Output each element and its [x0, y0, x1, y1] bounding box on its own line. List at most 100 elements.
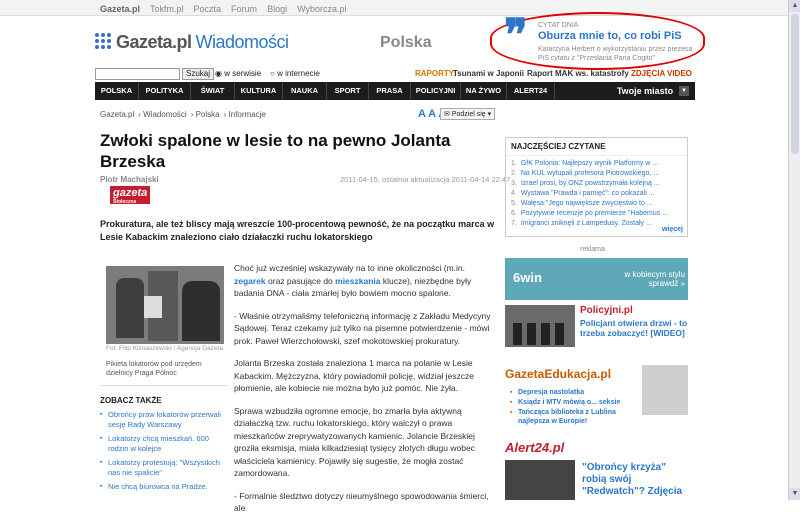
- alert24-logo[interactable]: Alert24.pl: [505, 440, 575, 460]
- gazeta-stoleczna-logo: gazeta Stołeczna: [110, 186, 150, 205]
- alert24-image[interactable]: [505, 460, 575, 500]
- top-service-bar: Gazeta.pl Tokfm.pl Poczta Forum Blogi Wyborcz…: [0, 0, 788, 16]
- search-input[interactable]: [95, 68, 180, 80]
- nav-kultura[interactable]: KULTURA: [235, 82, 283, 100]
- nav-prasa[interactable]: PRASA: [369, 82, 411, 100]
- link-mieszkania[interactable]: mieszkania: [335, 276, 380, 286]
- article-paragraph: Choć już wcześniej wskazywały na to inne…: [234, 262, 496, 300]
- photo-caption: Pikieta lokatorów pod urzędem dzielnicy …: [106, 361, 202, 377]
- radio-icon: ○: [270, 69, 275, 78]
- article-photo[interactable]: [106, 266, 224, 344]
- topbar-link-forum[interactable]: Forum: [231, 4, 257, 14]
- article-lead: Prokuratura, ale też bliscy mają wreszci…: [100, 219, 495, 242]
- policyjni-teaser[interactable]: Policjant otwiera drzwi - to trzeba zoba…: [580, 318, 688, 338]
- breadcrumb: Gazeta.pl › Wiadomości › Polska › Informacj…: [100, 110, 266, 119]
- scroll-up-icon[interactable]: ▲: [789, 0, 800, 12]
- list-item[interactable]: Lokatorzy chcą mieszkań. 600 rodzin w ko…: [100, 434, 228, 454]
- policyjni-image[interactable]: [505, 305, 575, 347]
- raport-link-tsunami[interactable]: Tsunami w Japonii: [453, 69, 524, 78]
- article-paragraph: - Właśnie otrzymaliśmy telefoniczną info…: [234, 310, 491, 346]
- vertical-scrollbar[interactable]: ▲ ▼: [788, 0, 800, 500]
- nav-polityka[interactable]: POLITYKA: [139, 82, 191, 100]
- list-item[interactable]: 7. Imigranci zniknęli z Lampedusy. Został…: [511, 219, 682, 229]
- list-item[interactable]: 4. Wystawa "Prawda i pamięć": co pokazali…: [511, 189, 682, 199]
- link-zegarek[interactable]: zegarek: [234, 276, 266, 286]
- article-body: Choć już wcześniej wskazywały na to inne…: [234, 262, 496, 525]
- most-read-box: NAJCZĘŚCIEJ CZYTANE 1. GfK Polonia: Najle…: [505, 137, 688, 237]
- chevron-down-icon[interactable]: ▼: [679, 86, 689, 96]
- logo-dots-icon: [95, 33, 113, 51]
- topbar-link-blogi[interactable]: Blogi: [267, 4, 287, 14]
- list-item[interactable]: 2. Na KUL wytupali profesora Piotrowskieg…: [511, 169, 682, 179]
- topbar-link-tokfm[interactable]: Tokfm.pl: [150, 4, 184, 14]
- source-logo-sub: Stołeczna: [113, 199, 137, 205]
- list-item[interactable]: 6. Pozytywne recenzje po premierze "Habem…: [511, 209, 682, 219]
- envelope-icon: ✉: [444, 111, 450, 118]
- topbar-link-wyborcza[interactable]: Wyborcza.pl: [297, 4, 346, 14]
- article-paragraph: Jolanta Brzeska została znaleziona 1 mar…: [234, 358, 474, 393]
- article-title: Zwłoki spalone w lesie to na pewno Jolan…: [100, 131, 451, 171]
- edukacja-image[interactable]: [642, 365, 688, 415]
- scroll-thumb[interactable]: [791, 14, 799, 154]
- scroll-down-icon[interactable]: ▼: [789, 488, 800, 500]
- logo-wiadomosci: Wiadomości: [195, 32, 290, 52]
- breadcrumb-item[interactable]: Informacje: [229, 110, 266, 119]
- nav-twoje-miasto[interactable]: Twoje miasto: [615, 82, 675, 100]
- nav-sport[interactable]: SPORT: [327, 82, 369, 100]
- video-link[interactable]: VIDEO: [667, 69, 692, 78]
- topbar-link-poczta[interactable]: Poczta: [194, 4, 222, 14]
- list-item[interactable]: Tańcząca biblioteka z Lublina najlepsza …: [510, 408, 640, 426]
- text-span: oraz pasujące do: [265, 275, 336, 286]
- edukacja-list: Depresja nastolatka Ksiądz i MTV mówią o…: [510, 388, 640, 427]
- most-read-heading: NAJCZĘŚCIEJ CZYTANE: [506, 138, 687, 156]
- breadcrumb-item[interactable]: Gazeta.pl: [100, 110, 134, 119]
- topbar-link-gazeta[interactable]: Gazeta.pl: [100, 4, 140, 14]
- quote-text[interactable]: Oburza mnie to, co robi PiS: [538, 30, 682, 42]
- zdjecia-link[interactable]: ZDJĘCIA: [631, 69, 665, 78]
- nav-na-zywo[interactable]: NA ŻYWO: [461, 82, 507, 100]
- chevron-down-icon: ▾: [487, 111, 492, 118]
- radio-serwis-label: w serwisie: [224, 69, 262, 78]
- nav-polska[interactable]: POLSKA: [95, 82, 139, 100]
- logo-text: Gazeta.pl: [116, 32, 192, 52]
- ad-tagline: w kobiecym stylu sprawdź »: [624, 270, 685, 288]
- alert24-teaser[interactable]: "Obrońcy krzyża" robią swój "Redwatch"? …: [582, 462, 690, 498]
- radio-internet[interactable]: ○ w internecie: [270, 69, 320, 78]
- ad-label: reklama: [580, 246, 605, 253]
- more-link[interactable]: więcej: [662, 226, 683, 233]
- banner-ad[interactable]: 6win w kobiecym stylu sprawdź »: [505, 258, 688, 300]
- nav-policyjni[interactable]: POLICYJNI: [411, 82, 461, 100]
- list-item[interactable]: Obrońcy praw lokatorów przerwali sesję R…: [100, 410, 228, 430]
- edukacja-logo[interactable]: GazetaEdukacja.pl: [505, 367, 611, 381]
- quote-mark-icon: ❞: [504, 10, 528, 61]
- nav-alert24[interactable]: ALERT24: [507, 82, 555, 100]
- list-item[interactable]: Ksiądz i MTV mówią o... seksie: [510, 398, 640, 407]
- article-author: Piotr Machajski: [100, 175, 159, 184]
- search-button[interactable]: Szukaj: [182, 68, 215, 80]
- text-span: Choć już wcześniej wskazywały na to inne…: [234, 263, 466, 273]
- breadcrumb-item[interactable]: Wiadomości: [143, 110, 187, 119]
- breadcrumb-item[interactable]: Polska: [196, 110, 220, 119]
- list-item[interactable]: Lokatorzy protestują: "Wszystkich nas ni…: [100, 458, 228, 478]
- radio-serwis[interactable]: ◉ w serwisie: [215, 69, 261, 78]
- main-nav: POLSKA POLITYKA ŚWIAT KULTURA NAUKA SPOR…: [95, 82, 695, 100]
- radio-icon: ◉: [215, 69, 222, 78]
- list-item[interactable]: 3. Izrael prosi, by ONZ powstrzymała kole…: [511, 179, 682, 189]
- list-item[interactable]: Depresja nastolatka: [510, 388, 640, 397]
- policyjni-logo[interactable]: Policyjni.pl: [580, 305, 633, 316]
- article-paragraph: - Formalnie śledztwo dotyczy nieumyślneg…: [234, 490, 489, 514]
- source-logo-text: gazeta: [113, 187, 148, 199]
- share-button[interactable]: ✉ Podziel się ▾: [440, 108, 496, 120]
- article-date: 2011-04-15, ostatnia aktualizacja 2011-0…: [340, 175, 511, 184]
- search-row: Szukaj ◉ w serwisie ○ w internecie RAPOR…: [95, 68, 695, 82]
- raport-link-mak[interactable]: Raport MAK ws. katastrofy: [527, 69, 629, 78]
- list-item[interactable]: 1. GfK Polonia: Najlepszy wynik Platformy…: [511, 159, 682, 169]
- nav-nauka[interactable]: NAUKA: [283, 82, 327, 100]
- site-logo[interactable]: Gazeta.pl Wiadomości: [95, 32, 289, 53]
- quote-sub: Katarzyna Herbert o wykorzystaniu przez …: [538, 46, 693, 62]
- nav-swiat[interactable]: ŚWIAT: [191, 82, 235, 100]
- quote-of-day[interactable]: ❞ CYTAT DNIA Oburza mnie to, co robi PiS…: [490, 10, 705, 70]
- photo-credit: Fot. Filip Klimaszewski / Agencja Gazeta: [106, 345, 224, 352]
- list-item[interactable]: Nie chcą biurowca na Pradze.: [100, 482, 228, 492]
- list-item[interactable]: 5. Wałęsa:"Jego największe zwycięstwo to …: [511, 199, 682, 209]
